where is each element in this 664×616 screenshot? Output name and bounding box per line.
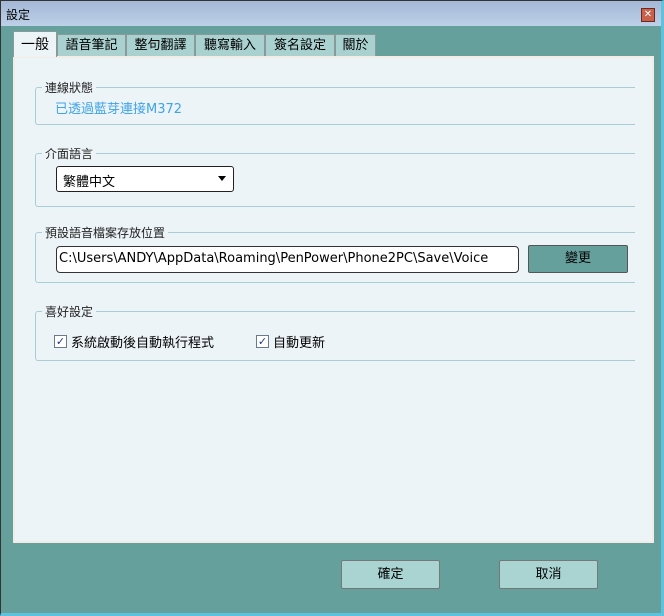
language-group: 介面語言 繁體中文 [35, 145, 635, 207]
autoupdate-label: 自動更新 [273, 336, 326, 351]
checkbox-checked-icon: ✓ [256, 335, 269, 348]
connection-status: 已透過藍芽連接M372 [55, 102, 183, 117]
language-selected: 繁體中文 [63, 175, 116, 190]
autostart-checkbox[interactable]: ✓ 系統啟動後自動執行程式 [54, 332, 214, 351]
autostart-label: 系統啟動後自動執行程式 [71, 336, 215, 351]
tab-dictation[interactable]: 聽寫輸入 [195, 34, 265, 56]
checkbox-checked-icon: ✓ [54, 335, 67, 348]
save-path-label: 預設語音檔案存放位置 [42, 224, 169, 241]
tab-voice-notes[interactable]: 語音筆記 [57, 34, 126, 56]
tab-signature[interactable]: 簽名設定 [265, 34, 335, 56]
cancel-button[interactable]: 取消 [499, 560, 598, 589]
save-path-group: 預設語音檔案存放位置 C:\Users\ANDY\AppData\Roaming… [35, 224, 635, 283]
general-panel: 連線狀態 已透過藍芽連接M372 介面語言 繁體中文 預設語音檔案存放位置 C:… [13, 56, 654, 543]
settings-dialog: 設定 ✕ 一般 語音筆記 整句翻譯 聽寫輸入 簽名設定 關於 連線狀態 已透過藍… [0, 0, 664, 616]
tab-about[interactable]: 關於 [335, 34, 376, 56]
window-title: 設定 [6, 8, 31, 22]
preferences-label: 喜好設定 [42, 303, 97, 320]
title-bar: 設定 ✕ [1, 1, 661, 26]
preferences-group: 喜好設定 ✓ 系統啟動後自動執行程式 ✓ 自動更新 [35, 303, 635, 361]
save-path-input[interactable]: C:\Users\ANDY\AppData\Roaming\PenPower\P… [56, 246, 519, 273]
chevron-down-icon [218, 176, 226, 181]
autoupdate-checkbox[interactable]: ✓ 自動更新 [256, 332, 325, 351]
connection-label: 連線狀態 [42, 79, 97, 96]
change-path-button[interactable]: 變更 [528, 245, 628, 273]
ok-button[interactable]: 確定 [341, 560, 440, 589]
tab-sentence-translation[interactable]: 整句翻譯 [126, 34, 195, 56]
close-icon[interactable]: ✕ [641, 8, 655, 22]
connection-group: 連線狀態 已透過藍芽連接M372 [35, 79, 635, 125]
tab-general[interactable]: 一般 [13, 31, 57, 57]
language-select[interactable]: 繁體中文 [56, 166, 234, 192]
language-label: 介面語言 [42, 145, 97, 162]
